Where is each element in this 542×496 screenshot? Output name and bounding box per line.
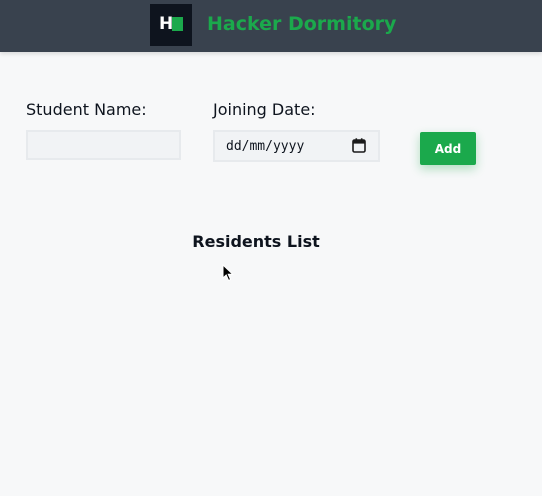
residents-list-title: Residents List [192,232,320,251]
student-name-label: Student Name: [26,100,147,119]
add-button[interactable]: Add [420,132,476,165]
joining-date-label: Joining Date: [213,100,316,119]
residents-list [26,262,486,462]
app-title: Hacker Dormitory [207,13,397,35]
joining-date-placeholder[interactable]: dd/mm/yyyy [226,140,304,154]
hackerrank-logo-icon[interactable]: H [150,4,192,46]
logo-green-block [172,17,183,31]
student-name-input[interactable] [26,130,181,160]
joining-date-input[interactable]: dd/mm/yyyy [213,130,380,162]
top-navbar: H Hacker Dormitory [0,0,542,52]
calendar-icon[interactable] [352,138,366,153]
